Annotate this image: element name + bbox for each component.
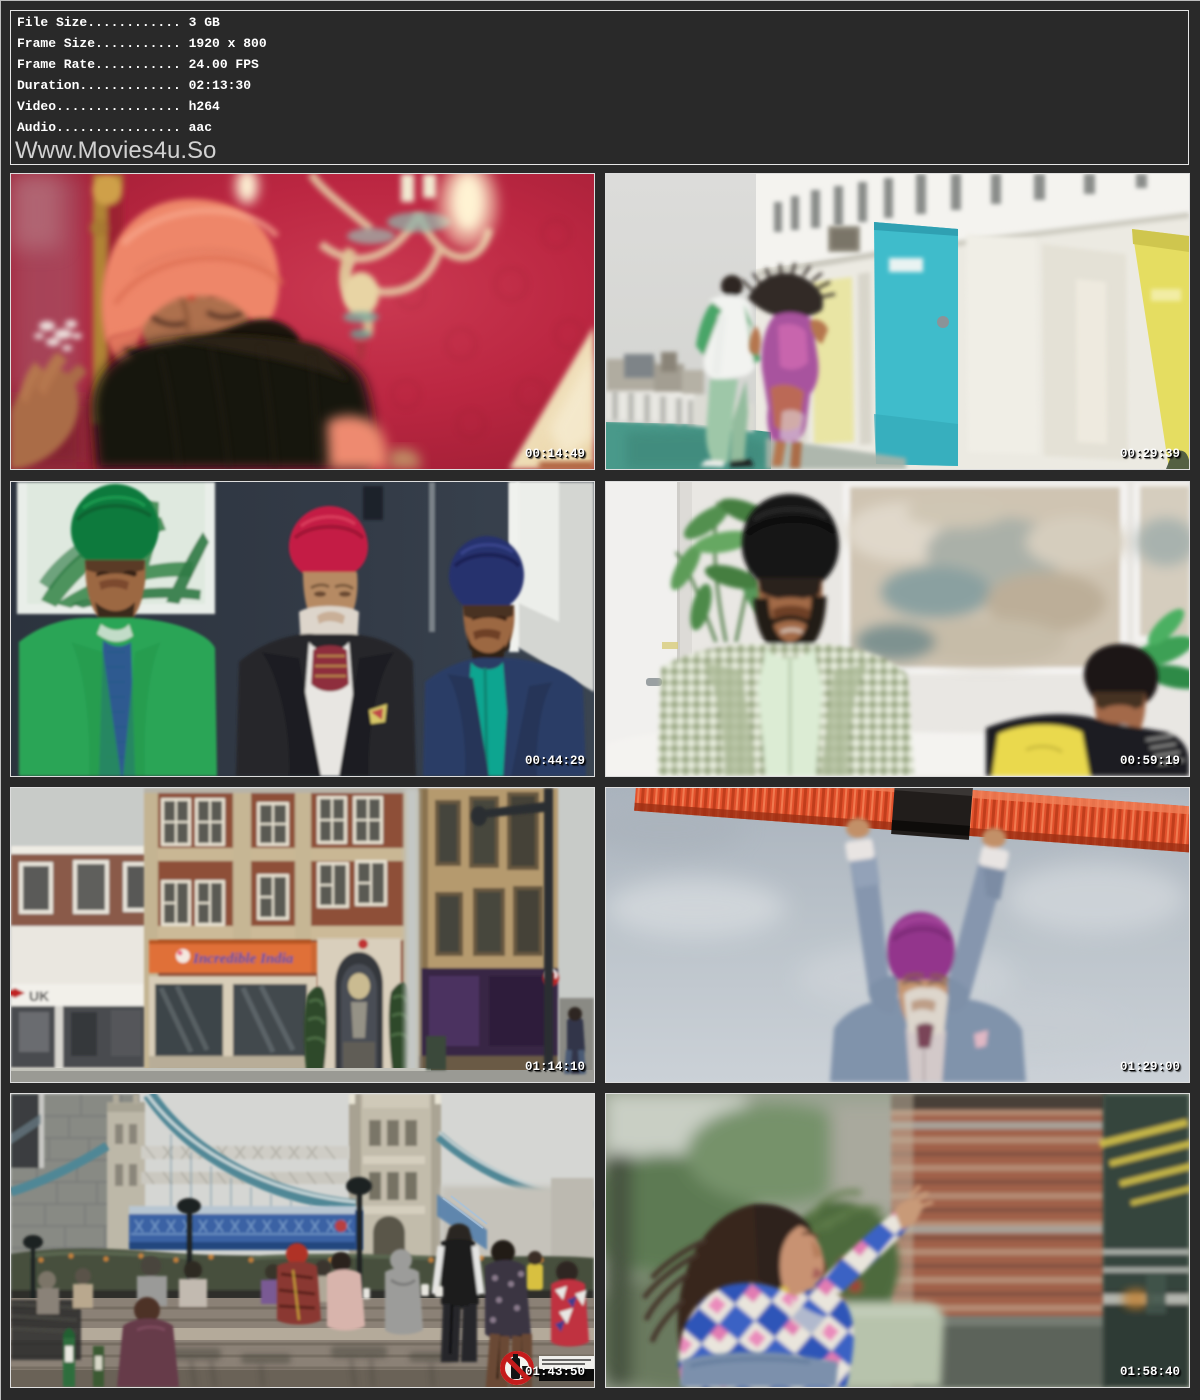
svg-text:UK: UK (29, 988, 49, 1004)
svg-text:Incredible India: Incredible India (192, 951, 294, 967)
